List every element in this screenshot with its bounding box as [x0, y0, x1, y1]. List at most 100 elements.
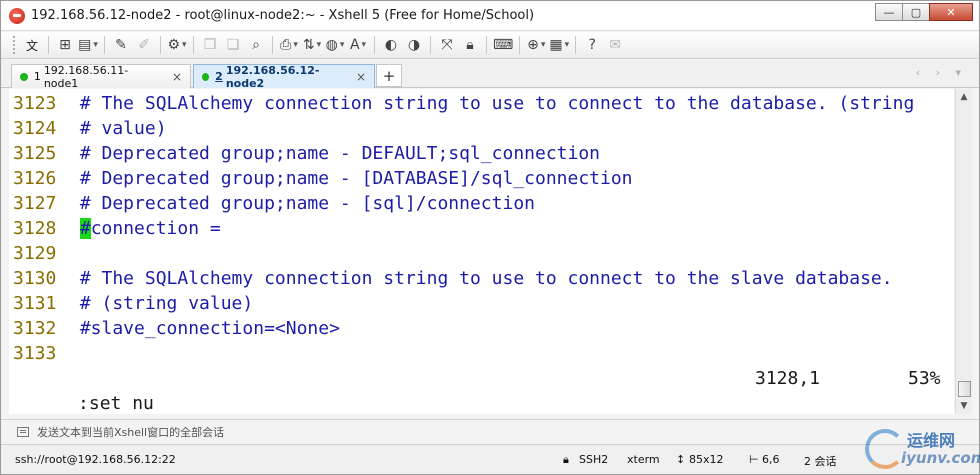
line-number: 3128 [13, 218, 57, 239]
vim-command: :set nu [78, 393, 154, 414]
vim-status-line: :set nu 3128,1 53% [13, 366, 953, 414]
paste-icon[interactable]: ❏ [223, 35, 243, 55]
xshell-app-icon[interactable] [9, 7, 25, 24]
compose-icon[interactable] [17, 426, 29, 437]
status-bar: ssh://root@192.168.56.12:22 🔒︎ SSH2 xter… [1, 444, 979, 474]
transfer-icon[interactable]: ⇅ [302, 35, 322, 55]
xshell-window: 192.168.56.12-node2 - root@linux-node2:~… [0, 0, 980, 475]
line-number: 3133 [13, 343, 57, 364]
terminal-line: 3126 # Deprecated group;name - [DATABASE… [13, 166, 633, 191]
open-folder-icon[interactable]: ▤ [78, 35, 98, 55]
terminal-line: 3127 # Deprecated group;name - [sql]/con… [13, 191, 535, 216]
line-number: 3126 [13, 168, 57, 189]
line-number: 3127 [13, 193, 57, 214]
font-icon[interactable]: A [348, 35, 368, 55]
xftp-icon[interactable]: ◐ [381, 35, 401, 55]
toolbar-separator [160, 36, 161, 54]
terminal-line: 3124 # value) [13, 116, 167, 141]
terminal-line: 3131 # (string value) [13, 291, 253, 316]
tab-session-2[interactable]: 2 192.168.56.12-node2 × [193, 63, 375, 90]
layout-icon[interactable]: ▦ [549, 35, 569, 55]
new-tab-button[interactable]: + [376, 64, 402, 87]
toolbar-separator [48, 36, 49, 54]
tab-number: 1 [33, 70, 41, 83]
close-button[interactable]: ✕ [929, 3, 973, 21]
watermark-domain: iyunv.com [901, 449, 980, 467]
cursor-icon: ⊢ [749, 453, 759, 466]
line-text: # The SQLAlchemy connection string to us… [69, 268, 893, 289]
maximize-button[interactable]: ▢ [902, 3, 930, 21]
terminal-cursor: # [79, 218, 91, 239]
minimize-button[interactable]: — [875, 3, 903, 21]
scroll-up-icon[interactable]: ▲ [956, 89, 972, 105]
toolbar-separator [374, 36, 375, 54]
terminal-view[interactable]: 3123 # The SQLAlchemy connection string … [9, 89, 954, 414]
title-bar: 192.168.56.12-node2 - root@linux-node2:~… [1, 1, 979, 31]
cursor-location: 6,6 [762, 453, 780, 466]
toolbar-grip[interactable] [13, 36, 16, 54]
terminal-line: 3128 #connection = [13, 216, 221, 241]
toolbar-separator [272, 36, 273, 54]
line-number: 3125 [13, 143, 57, 164]
line-number: 3131 [13, 293, 57, 314]
scroll-percent: 53% [908, 368, 941, 389]
tab-label: 192.168.56.12-node2 [225, 63, 320, 90]
terminal-line: 3125 # Deprecated group;name - DEFAULT;s… [13, 141, 600, 166]
find-icon[interactable]: ⌕ [246, 35, 266, 55]
watermark-text: 运维网 [907, 431, 956, 450]
connected-status-icon [20, 72, 28, 81]
chat-icon[interactable]: ✉ [605, 35, 625, 55]
lock-icon[interactable]: 🔒︎ [460, 35, 480, 55]
new-session-icon[interactable]: ⊞ [55, 35, 75, 55]
tab-navigation[interactable]: ‹ › ▾ [916, 66, 967, 79]
properties-icon[interactable]: ⚙ [167, 35, 187, 55]
watermark-logo-icon [865, 429, 905, 469]
toolbar-separator [193, 36, 194, 54]
print-icon[interactable]: ⎙ [279, 35, 299, 55]
site-watermark: 运维网 iyunv.com [861, 423, 980, 473]
line-text: # Deprecated group;name - [DATABASE]/sql… [69, 168, 633, 189]
terminal-scrollbar[interactable]: ▲ ▼ [955, 89, 972, 414]
line-number: 3132 [13, 318, 57, 339]
add-icon[interactable]: ⊕ [526, 35, 546, 55]
line-text: # Deprecated group;name - DEFAULT;sql_co… [69, 143, 601, 164]
toolbar-separator [486, 36, 487, 54]
tunnel-icon[interactable]: ◑ [404, 35, 424, 55]
lock-icon: 🔒︎ [563, 453, 569, 466]
fullscreen-icon[interactable]: ⤧ [437, 35, 457, 55]
terminal-line: 3133 [13, 341, 69, 366]
tab-close-icon[interactable]: × [356, 70, 366, 84]
terminal-line: 3123 # The SQLAlchemy connection string … [13, 91, 914, 116]
line-text: #slave_connection=<None> [69, 318, 340, 339]
help-icon[interactable]: ? [582, 35, 602, 55]
compose-input[interactable]: 发送文本到当前Xshell窗口的全部会话 [37, 424, 224, 440]
toolbar-separator [104, 36, 105, 54]
tab-label: 192.168.56.11-node1 [43, 63, 129, 90]
line-text: # (string value) [69, 293, 254, 314]
tab-number: 2 [215, 70, 223, 83]
scroll-thumb[interactable] [958, 381, 971, 397]
globe-icon[interactable]: ◍ [325, 35, 345, 55]
reconnect-icon[interactable]: ✎ [111, 35, 131, 55]
copy-icon[interactable]: ❐ [200, 35, 220, 55]
keyboard-icon[interactable]: ⌨ [493, 35, 513, 55]
line-number: 3129 [13, 243, 57, 264]
compose-bar[interactable]: 发送文本到当前Xshell窗口的全部会话 [1, 419, 979, 443]
language-button[interactable]: 文 [22, 35, 42, 55]
toolbar-separator [575, 36, 577, 54]
line-number: 3124 [13, 118, 57, 139]
line-number: 3130 [13, 268, 57, 289]
line-text: connection = [90, 218, 221, 239]
scroll-down-icon[interactable]: ▼ [956, 398, 972, 414]
connected-status-icon [202, 72, 210, 81]
line-text: # The SQLAlchemy connection string to us… [69, 93, 915, 114]
connection-address: ssh://root@192.168.56.12:22 [15, 453, 176, 466]
terminal-size: 85x12 [689, 453, 724, 466]
disconnect-icon[interactable]: ✐ [134, 35, 154, 55]
terminal-type: xterm [627, 453, 660, 466]
tab-session-1[interactable]: 1 192.168.56.11-node1 × [11, 63, 191, 90]
protocol-label: SSH2 [579, 453, 609, 466]
tab-close-icon[interactable]: × [172, 70, 182, 84]
session-count: 2 会话 [804, 455, 837, 468]
toolbar-separator [519, 36, 521, 54]
